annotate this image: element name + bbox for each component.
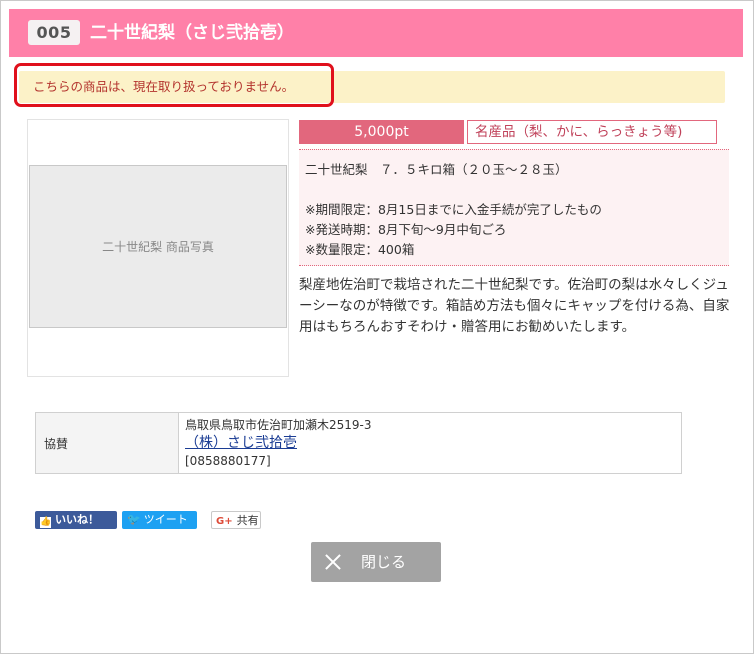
sponsor-name-link[interactable]: （株）さじ弐拾壱 [185,435,297,451]
google-plus-icon: G+ [216,516,233,527]
spec-line: ※発送時期：8月下旬～9月中旬ごろ [305,222,507,237]
product-photo: 二十世紀梨 商品写真 [29,165,287,328]
product-image-box: 二十世紀梨 商品写真 [27,119,289,377]
thumbs-up-icon: 👍 [40,517,52,528]
close-icon [325,554,341,570]
close-button[interactable]: 閉じる [311,542,441,582]
sponsor-address: 鳥取県鳥取市佐治町加瀬木2519-3 [185,418,372,432]
google-share-button[interactable]: G+ 共有 [211,511,261,529]
product-header: 005 二十世紀梨（さじ弐拾壱） [9,9,743,57]
category-tag: 名産品（梨、かに、らっきょう等) [467,120,717,144]
facebook-like-label: いいね！ [55,513,99,526]
spec-line: ※数量限定：400箱 [305,242,415,257]
facebook-like-button[interactable]: 👍 いいね！ [35,511,117,529]
modal-frame: 005 二十世紀梨（さじ弐拾壱） こちらの商品は、現在取り扱っておりません。 二… [0,0,754,654]
spec-line [305,180,729,200]
sponsor-table: 協賛 鳥取県鳥取市佐治町加瀬木2519-3 （株）さじ弐拾壱 [08588801… [35,412,682,474]
sponsor-phone: [0858880177] [185,454,271,468]
google-share-label: 共有 [236,514,259,527]
twitter-bird-icon: 🐦 [127,513,141,526]
price-tag: 5,000pt [299,120,464,144]
sponsor-details: 鳥取県鳥取市佐治町加瀬木2519-3 （株）さじ弐拾壱 [0858880177] [178,412,682,474]
product-number-badge: 005 [28,20,80,45]
close-button-label: 閉じる [361,553,407,571]
product-title: 二十世紀梨（さじ弐拾壱） [90,23,294,43]
spec-line: 二十世紀梨 ７．５キロ箱（２０玉～２８玉） [305,162,568,177]
spec-box: 二十世紀梨 ７．５キロ箱（２０玉～２８玉） ※期間限定：8月15日までに入金手続… [299,149,729,266]
table-row: 協賛 鳥取県鳥取市佐治町加瀬木2519-3 （株）さじ弐拾壱 [08588801… [35,412,682,474]
notice-highlight-box [14,63,334,107]
product-description: 梨産地佐治町で栽培された二十世紀梨です。佐治町の梨は水々しくジューシーなのが特徴… [299,277,730,335]
tweet-label: ツイート [143,513,188,526]
spec-line: ※期間限定：8月15日までに入金手続が完了したもの [305,202,602,217]
sponsor-label: 協賛 [35,412,179,474]
tweet-button[interactable]: 🐦 ツイート [122,511,197,529]
